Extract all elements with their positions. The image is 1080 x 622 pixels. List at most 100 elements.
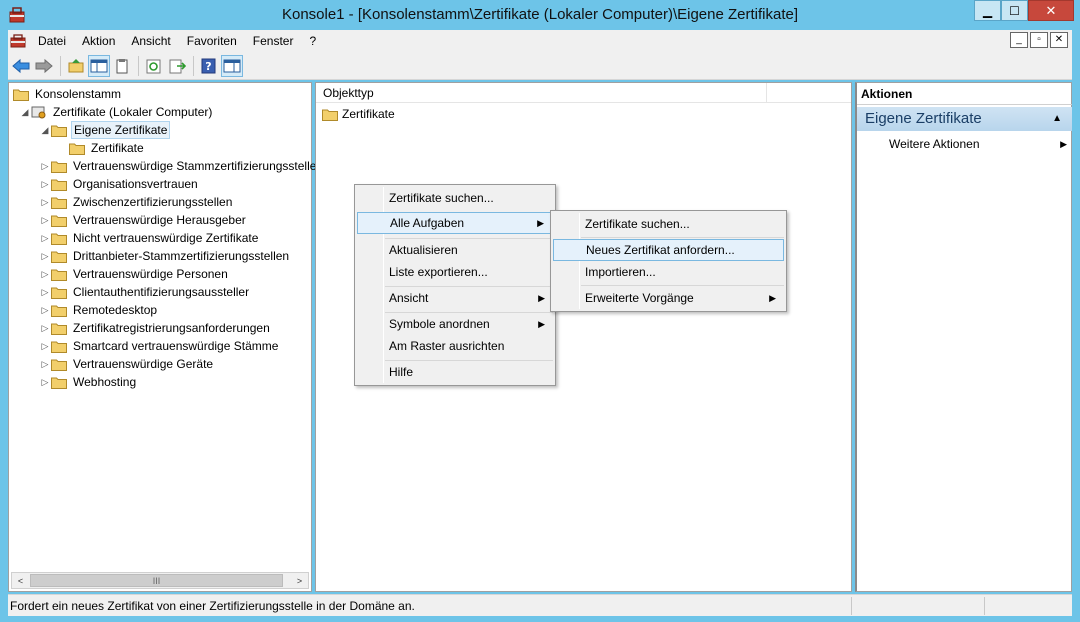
back-button[interactable] <box>10 55 32 77</box>
scroll-left-button[interactable]: < <box>12 573 29 588</box>
scroll-right-button[interactable]: > <box>291 573 308 588</box>
expand-arrow-icon[interactable]: ▷ <box>39 193 51 211</box>
chevron-right-icon: ▶ <box>1060 139 1067 149</box>
tree-item[interactable]: ▷ Remotedesktop <box>39 301 159 319</box>
ctx-zertifikate-suchen[interactable]: Zertifikate suchen... <box>357 187 553 209</box>
expand-arrow-icon[interactable]: ▷ <box>39 319 51 337</box>
ctx-am-raster-ausrichten[interactable]: Am Raster ausrichten <box>357 335 553 357</box>
scroll-thumb[interactable]: III <box>30 574 283 587</box>
tree-item[interactable]: Zertifikate <box>57 139 146 157</box>
ctx-aktualisieren[interactable]: Aktualisieren <box>357 239 553 261</box>
sub-erweiterte-vorgaenge[interactable]: Erweiterte Vorgänge ▶ <box>553 287 784 309</box>
tree-item[interactable]: ▷ Nicht vertrauenswürdige Zertifikate <box>39 229 260 247</box>
expand-arrow-icon[interactable]: ▷ <box>39 247 51 265</box>
expand-arrow-icon[interactable]: ▷ <box>39 283 51 301</box>
sub-importieren[interactable]: Importieren... <box>553 261 784 283</box>
export-list-button[interactable] <box>166 55 188 77</box>
mdi-close-button[interactable]: ✕ <box>1050 32 1068 48</box>
tree-item[interactable]: ▷ Vertrauenswürdige Geräte <box>39 355 215 373</box>
tree-item[interactable]: ▷ Vertrauenswürdige Personen <box>39 265 230 283</box>
expand-arrow-icon[interactable]: ▷ <box>39 373 51 391</box>
tree-item[interactable]: ▷ Smartcard vertrauenswürdige Stämme <box>39 337 280 355</box>
menu-ansicht[interactable]: Ansicht <box>123 30 178 52</box>
tree-item[interactable]: ◢ Eigene Zertifikate <box>39 121 171 139</box>
refresh-button[interactable] <box>143 55 165 77</box>
maximize-button[interactable]: ☐ <box>1001 0 1028 21</box>
mdi-minimize-button[interactable]: _ <box>1010 32 1028 48</box>
menu-favoriten[interactable]: Favoriten <box>179 30 245 52</box>
collapse-arrow-icon[interactable]: ◢ <box>19 103 31 121</box>
action-pane-button[interactable] <box>221 54 243 77</box>
menu-aktion[interactable]: Aktion <box>74 30 123 52</box>
menu-datei[interactable]: Datei <box>30 30 74 52</box>
close-button[interactable]: ✕ <box>1028 0 1074 21</box>
action-weitere-aktionen[interactable]: Weitere Aktionen ▶ <box>889 135 1069 153</box>
tree-item[interactable]: ◢ Zertifikate (Lokaler Computer) <box>19 103 214 121</box>
tree-item-label: Drittanbieter-Stammzertifizierungsstelle… <box>73 249 290 263</box>
submenu-arrow-icon: ▶ <box>769 293 776 303</box>
list-item[interactable]: Zertifikate <box>322 105 395 123</box>
up-button[interactable] <box>65 55 87 77</box>
ctx-liste-exportieren[interactable]: Liste exportieren... <box>357 261 553 283</box>
folder-icon <box>51 125 67 137</box>
forward-button[interactable] <box>33 55 55 77</box>
expand-arrow-icon[interactable]: ▷ <box>39 211 51 229</box>
folder-icon <box>51 251 67 263</box>
title-bar[interactable]: Konsole1 - [Konsolenstamm\Zertifikate (L… <box>0 0 1080 30</box>
mmc-toolbox-icon[interactable] <box>10 33 26 49</box>
tree-item[interactable]: ▷ Clientauthentifizierungsaussteller <box>39 283 251 301</box>
expand-arrow-icon[interactable]: ▷ <box>39 265 51 283</box>
clipboard-button[interactable] <box>111 55 133 77</box>
menu-separator <box>581 285 784 286</box>
tree-item[interactable]: Konsolenstamm <box>13 85 123 103</box>
help-button[interactable]: ? <box>198 55 220 77</box>
ctx-alle-aufgaben[interactable]: Alle Aufgaben ▶ <box>357 212 553 234</box>
action-pane-icon <box>223 59 241 72</box>
refresh-icon <box>146 59 161 73</box>
tree-item-label: Clientauthentifizierungsaussteller <box>73 285 250 299</box>
expand-arrow-icon[interactable]: ▷ <box>39 175 51 193</box>
tree-item[interactable]: ▷ Organisationsvertrauen <box>39 175 200 193</box>
folder-icon <box>51 341 67 353</box>
tree-item[interactable]: ▷ Drittanbieter-Stammzertifizierungsstell… <box>39 247 291 265</box>
tree-item-label: Zertifikate <box>91 141 144 155</box>
ctx-hilfe[interactable]: Hilfe <box>357 361 553 383</box>
expand-arrow-icon[interactable]: ▷ <box>39 229 51 247</box>
sub-neues-zertifikat-anfordern[interactable]: Neues Zertifikat anfordern... <box>553 239 784 261</box>
mdi-restore-button[interactable]: ▫ <box>1030 32 1048 48</box>
show-hide-tree-button[interactable] <box>88 54 110 77</box>
expand-arrow-icon[interactable]: ▷ <box>39 157 51 175</box>
submenu-arrow-icon: ▶ <box>537 218 544 228</box>
tree-item-label: Smartcard vertrauenswürdige Stämme <box>73 339 279 353</box>
tree-item[interactable]: ▷ Zertifikatregistrierungsanforderungen <box>39 319 272 337</box>
console-tree-pane[interactable]: ▷ Webhosting ▷ Vertrauenswürdige Geräte ▷ Sma… <box>8 82 316 592</box>
menu-fenster[interactable]: Fenster <box>245 30 302 52</box>
ctx-symbole-anordnen[interactable]: Symbole anordnen ▶ <box>357 313 553 335</box>
list-column-header: Objekttyp <box>316 83 851 103</box>
tree-item[interactable]: ▷ Vertrauenswürdige Herausgeber <box>39 211 248 229</box>
tree-horizontal-scrollbar[interactable]: < III > <box>11 572 309 589</box>
tree-item[interactable]: ▷ Vertrauenswürdige Stammzertifizierungss… <box>39 157 318 175</box>
ctx-ansicht[interactable]: Ansicht ▶ <box>357 287 553 309</box>
folder-icon <box>51 305 67 317</box>
collapse-up-icon[interactable]: ▲ <box>1052 107 1062 131</box>
sub-zertifikate-suchen[interactable]: Zertifikate suchen... <box>553 213 784 235</box>
folder-icon <box>13 89 29 101</box>
actions-section-eigene-zertifikate[interactable]: Eigene Zertifikate ▲ <box>857 107 1072 131</box>
ctx-label: Symbole anordnen <box>389 317 490 331</box>
clipboard-icon <box>116 58 128 73</box>
tree-item-label: Konsolenstamm <box>35 87 122 101</box>
expand-arrow-icon[interactable]: ▷ <box>39 301 51 319</box>
tree-item[interactable]: ▷ Zwischenzertifizierungsstellen <box>39 193 234 211</box>
menu-separator <box>581 237 784 238</box>
folder-icon <box>51 161 67 173</box>
status-bar: Fordert ein neues Zertifikat von einer Z… <box>8 594 1072 616</box>
menu-help[interactable]: ? <box>301 30 324 52</box>
collapse-arrow-icon[interactable]: ◢ <box>39 121 51 139</box>
expand-arrow-icon[interactable]: ▷ <box>39 337 51 355</box>
column-objekttyp[interactable]: Objekttyp <box>316 83 767 103</box>
tree-item[interactable]: ▷ Webhosting <box>39 373 138 391</box>
expand-arrow-icon[interactable]: ▷ <box>39 355 51 373</box>
forward-arrow-icon <box>35 58 53 73</box>
minimize-button[interactable]: ▁ <box>974 0 1001 21</box>
